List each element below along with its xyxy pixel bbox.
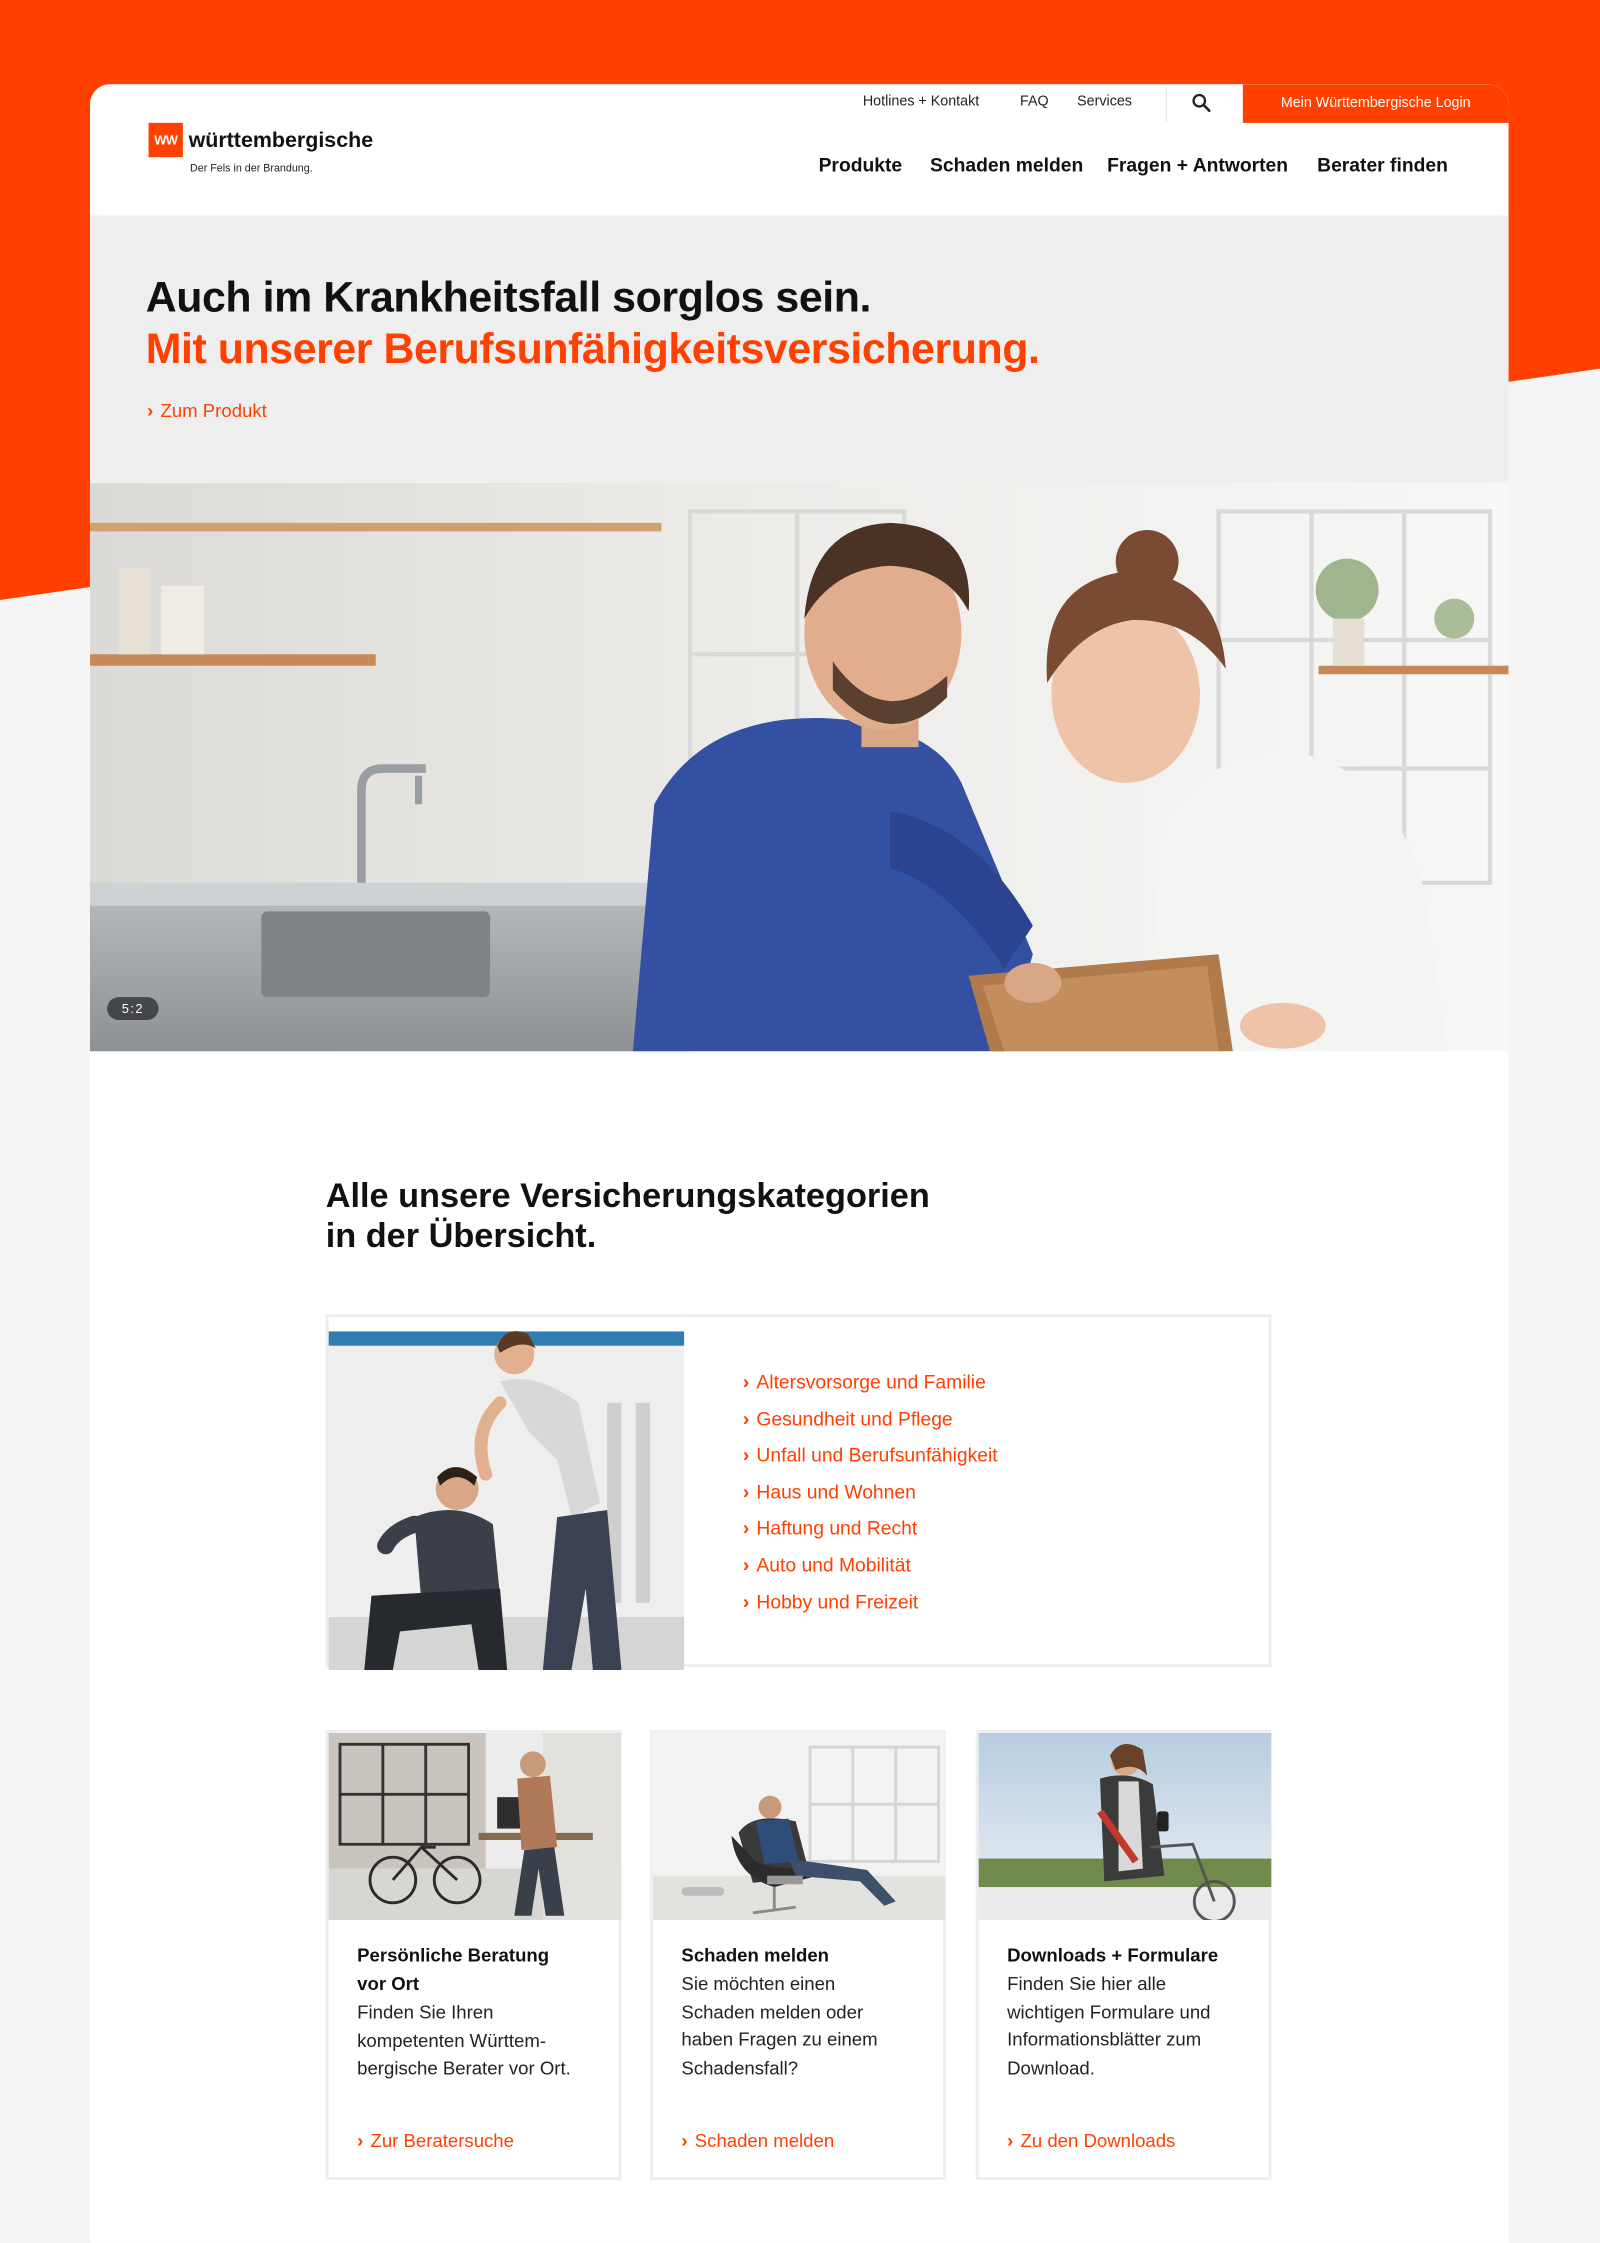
tile-link-downloads[interactable]: › Zu den Downloads: [1007, 2130, 1175, 2151]
page-stage: WW württembergische Der Fels in der Bran…: [0, 0, 1600, 2243]
tile-title-line1: Downloads + Formulare: [1007, 1944, 1219, 1966]
tile-text-line: Schadensfall?: [681, 2056, 799, 2078]
category-label: Haftung und Recht: [756, 1517, 918, 1540]
teaser-tile-downloads: Downloads + Formulare Finden Sie hier al…: [975, 1729, 1272, 2180]
category-label: Gesundheit und Pflege: [756, 1407, 953, 1430]
category-item-haus[interactable]: › Haus und Wohnen: [743, 1478, 998, 1515]
nav-item-produkte[interactable]: Produkte: [819, 154, 903, 175]
chevron-right-icon: ›: [742, 1517, 750, 1540]
categories-heading: Alle unsere Versicherungskategorien in d…: [326, 1177, 930, 1257]
meta-link-hotlines[interactable]: Hotlines + Kontakt: [863, 94, 979, 110]
tile-title-line1: Persönliche Beratung: [357, 1944, 550, 1966]
chevron-right-icon: ›: [742, 1371, 750, 1393]
hero-product-link[interactable]: › Zum Produkt: [147, 400, 267, 421]
chevron-right-icon: ›: [742, 1590, 750, 1613]
hero-product-link-label: Zum Produkt: [160, 399, 267, 422]
chevron-right-icon: ›: [742, 1407, 750, 1430]
tile-text-line: Informationsblätter zum: [1007, 2028, 1202, 2050]
tile-text-line: kompetenten Württem-: [357, 2029, 547, 2051]
tile-text-line: Finden Sie hier alle: [1007, 1972, 1167, 1995]
tile-text-line: wichtigen Formulare und: [1007, 2000, 1211, 2023]
logo-claim: Der Fels in der Brandung.: [189, 161, 313, 175]
tile-link-beratersuche[interactable]: › Zur Beratersuche: [357, 2130, 514, 2151]
category-item-gesundheit[interactable]: › Gesundheit und Pflege: [743, 1405, 998, 1442]
tile-link-label: Zur Beratersuche: [370, 2129, 514, 2152]
divider: [1165, 87, 1168, 122]
tile-title: Schaden melden: [681, 1941, 931, 1970]
category-item-unfall[interactable]: › Unfall und Berufsunfähigkeit: [743, 1442, 998, 1479]
categories-panel: › Altersvorsorge und Familie › Gesundheit …: [325, 1314, 1272, 1670]
category-list: › Altersvorsorge und Familie › Gesundheit …: [743, 1369, 998, 1625]
website-card: WW württembergische Der Fels in der Bran…: [89, 84, 1509, 2243]
logo-wordmark: württembergische: [188, 128, 374, 153]
tile-text-line: bergische Berater vor Ort.: [357, 2057, 571, 2079]
categories-heading-line2: in der Übersicht.: [325, 1217, 597, 1256]
tile-image-man-armchair: [652, 1732, 946, 1920]
site-header: WW württembergische Der Fels in der Bran…: [89, 84, 1509, 218]
tile-text-line: Download.: [1007, 2056, 1095, 2078]
tile-link-schaden-melden[interactable]: › Schaden melden: [681, 2130, 834, 2151]
meta-link-services[interactable]: Services: [1077, 94, 1132, 110]
tile-text-line: Schaden melden oder: [681, 2000, 864, 2023]
chevron-right-icon: ›: [742, 1444, 750, 1466]
tile-link-label: Schaden melden: [694, 2129, 835, 2152]
tile-description: Finden Sie hier alle wichtigen Formulare…: [1007, 1970, 1257, 2081]
category-label: Haus und Wohnen: [756, 1481, 916, 1503]
category-item-hobby[interactable]: › Hobby und Freizeit: [743, 1588, 998, 1625]
tile-description: Finden Sie Ihren kompetenten Württem- be…: [357, 1999, 607, 2083]
hero-headline-accent: Mit unserer Berufsunfähigkeitsversicheru…: [145, 325, 1040, 373]
tile-title: Persönliche Beratung vor Ort: [357, 1941, 607, 1998]
tile-title-line2: vor Ort: [357, 1972, 420, 1995]
categories-image-fitness: [328, 1317, 685, 1670]
login-button[interactable]: Mein Württembergische Login: [1242, 84, 1509, 123]
category-item-altersvorsorge[interactable]: › Altersvorsorge und Familie: [743, 1369, 998, 1406]
tile-text-line: haben Fragen zu einem: [681, 2028, 878, 2050]
nav-item-berater-finden[interactable]: Berater finden: [1317, 154, 1448, 175]
chevron-right-icon: ›: [357, 2129, 364, 2152]
categories-heading-line1: Alle unsere Versicherungskategorien: [325, 1177, 930, 1216]
tile-description: Sie möchten einen Schaden melden oder ha…: [681, 1970, 931, 2081]
hero-image-couple-kitchen: 5:2: [89, 482, 1509, 1052]
tile-text-line: Finden Sie Ihren: [357, 2001, 494, 2023]
logo-mark: WW: [148, 122, 183, 158]
image-ratio-badge: 5:2: [107, 997, 159, 1020]
nav-item-fragen-antworten[interactable]: Fragen + Antworten: [1107, 154, 1288, 175]
hero-teaser: Auch im Krankheitsfall sorglos sein. Mit…: [89, 215, 1509, 483]
nav-item-schaden-melden[interactable]: Schaden melden: [930, 154, 1083, 175]
category-label: Auto und Mobilität: [756, 1554, 911, 1576]
teaser-tile-beratung: Persönliche Beratung vor Ort Finden Sie …: [325, 1729, 622, 2180]
search-icon[interactable]: [1191, 93, 1211, 113]
hero-headline: Auch im Krankheitsfall sorglos sein.: [145, 274, 872, 322]
chevron-right-icon: ›: [681, 2129, 688, 2152]
chevron-right-icon: ›: [742, 1481, 750, 1503]
category-label: Altersvorsorge und Familie: [756, 1371, 986, 1393]
tile-title-line1: Schaden melden: [681, 1944, 830, 1966]
teaser-tile-schaden: Schaden melden Sie möchten einen Schaden…: [649, 1729, 946, 2180]
meta-link-faq[interactable]: FAQ: [1020, 94, 1049, 110]
tile-image-woman-bike: [978, 1732, 1272, 1920]
chevron-right-icon: ›: [1007, 2129, 1014, 2152]
chevron-right-icon: ›: [147, 399, 154, 422]
tile-text-line: Sie möchten einen: [681, 1972, 836, 1995]
category-label: Hobby und Freizeit: [756, 1590, 919, 1613]
category-item-auto[interactable]: › Auto und Mobilität: [743, 1551, 998, 1588]
tile-title: Downloads + Formulare: [1007, 1941, 1257, 1970]
tile-link-label: Zu den Downloads: [1020, 2129, 1176, 2152]
tile-image-office-bike: [328, 1732, 622, 1920]
category-label: Unfall und Berufsunfähigkeit: [756, 1444, 998, 1466]
chevron-right-icon: ›: [742, 1554, 750, 1576]
category-item-haftung[interactable]: › Haftung und Recht: [743, 1515, 998, 1552]
